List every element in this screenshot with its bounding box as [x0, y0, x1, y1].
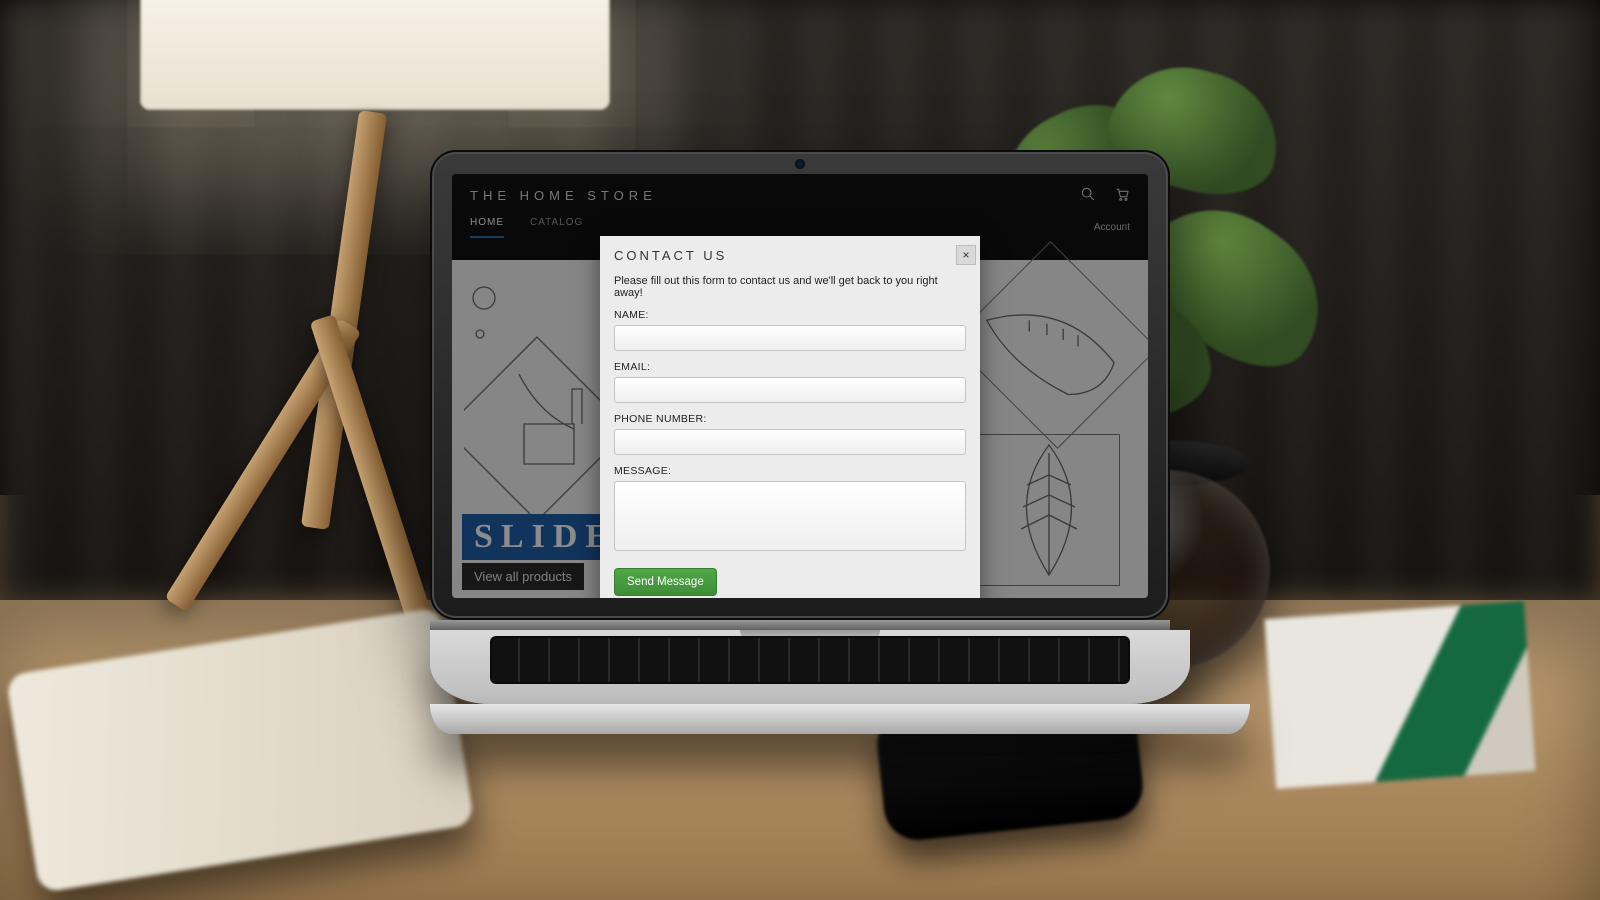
site-brand[interactable]: THE HOME STORE: [470, 188, 657, 203]
contact-modal: CONTACT US × Please fill out this form t…: [600, 236, 980, 598]
cart-icon[interactable]: [1114, 186, 1130, 205]
close-icon[interactable]: ×: [956, 245, 976, 265]
laptop-keys: [490, 636, 1130, 684]
product-sketch-feather: [978, 434, 1120, 586]
email-field[interactable]: [614, 377, 966, 403]
view-all-products-button[interactable]: View all products: [462, 563, 584, 590]
label-phone: PHONE NUMBER:: [614, 413, 966, 425]
modal-intro-text: Please fill out this form to contact us …: [614, 275, 966, 299]
nav-catalog[interactable]: CATALOG: [530, 217, 583, 238]
account-link[interactable]: Account: [1094, 222, 1130, 233]
label-name: NAME:: [614, 309, 966, 321]
phone-field[interactable]: [614, 429, 966, 455]
small-box: [1264, 601, 1535, 789]
laptop-lid: THE HOME STORE HOME CATALOG: [430, 150, 1170, 620]
modal-title: CONTACT US: [600, 236, 741, 269]
search-icon[interactable]: [1080, 186, 1096, 205]
message-field[interactable]: [614, 481, 966, 551]
site-topbar: THE HOME STORE: [452, 174, 1148, 217]
desk-lamp-shade: [140, 0, 610, 110]
storefront-site: THE HOME STORE HOME CATALOG: [452, 174, 1148, 598]
label-message: MESSAGE:: [614, 465, 966, 477]
nav-home[interactable]: HOME: [470, 217, 504, 238]
send-message-button[interactable]: Send Message: [614, 568, 717, 596]
laptop-keyboard-deck: [430, 630, 1190, 704]
name-field[interactable]: [614, 325, 966, 351]
laptop-base: [430, 704, 1250, 734]
webcam-icon: [795, 159, 805, 169]
label-email: EMAIL:: [614, 361, 966, 373]
laptop-screen: THE HOME STORE HOME CATALOG: [452, 174, 1148, 598]
laptop: THE HOME STORE HOME CATALOG: [430, 150, 1170, 734]
